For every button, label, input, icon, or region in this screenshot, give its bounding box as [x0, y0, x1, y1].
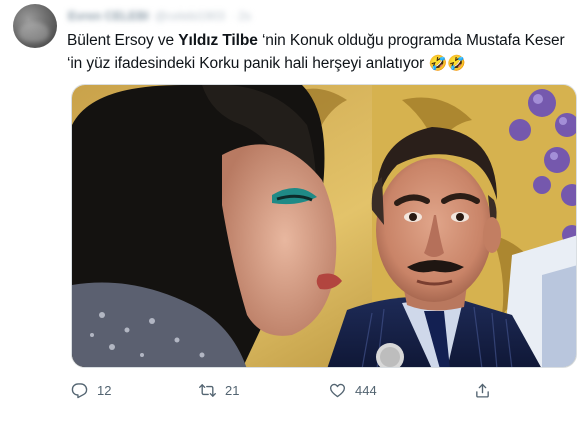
tweet-timestamp[interactable]: · 2s [231, 9, 251, 23]
author-name[interactable]: Evren CELEBI [68, 9, 149, 23]
tweet-header: Evren CELEBI @celebi1903 · 2s [68, 8, 251, 24]
tweet-text: Bülent Ersoy ve Yıldız Tilbe ‘nin Konuk … [67, 30, 577, 75]
tweet-text-part1: Bülent Ersoy ve [67, 32, 179, 49]
retweet-button[interactable]: 21 [199, 378, 239, 402]
author-handle[interactable]: @celebi1903 [155, 9, 225, 23]
retweet-count: 21 [225, 382, 240, 398]
tweet-media-image[interactable] [71, 84, 577, 368]
reply-count: 12 [97, 382, 112, 398]
like-button[interactable]: 444 [329, 378, 377, 402]
reply-button[interactable]: 12 [71, 378, 111, 402]
retweet-icon [199, 383, 216, 397]
tweet-card[interactable]: Evren CELEBI @celebi1903 · 2s Bülent Ers… [0, 0, 585, 428]
mention-yildiz-tilbe[interactable]: Yıldız Tilbe [178, 32, 258, 49]
share-icon [476, 383, 489, 398]
share-button[interactable] [474, 378, 491, 402]
like-count: 444 [355, 382, 377, 398]
rofl-emoji: 🤣🤣 [428, 54, 466, 72]
avatar[interactable] [13, 4, 57, 48]
heart-icon [329, 383, 346, 397]
tv-still-image [72, 85, 576, 367]
reply-icon [71, 382, 88, 398]
